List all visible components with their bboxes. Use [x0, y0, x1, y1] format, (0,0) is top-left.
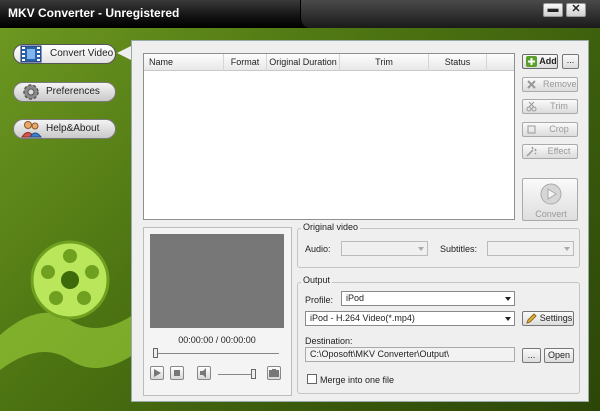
file-list[interactable]: Name Format Original Duration Trim Statu…: [143, 53, 515, 220]
format-select[interactable]: iPod - H.264 Video(*.mp4): [305, 311, 515, 326]
stop-icon: [174, 370, 180, 376]
chevron-down-icon: [564, 247, 570, 251]
sidebar-item-preferences[interactable]: Preferences: [13, 82, 116, 102]
sidebar-item-convert-video[interactable]: Convert Video: [13, 44, 116, 64]
browse-button[interactable]: ...: [522, 348, 541, 363]
scissors-icon: [526, 101, 537, 112]
effect-button[interactable]: Effect: [522, 144, 578, 159]
pencil-icon: [526, 313, 537, 324]
stop-button[interactable]: [170, 366, 184, 380]
open-button[interactable]: Open: [544, 348, 574, 363]
volume-handle[interactable]: [251, 369, 256, 379]
crop-button[interactable]: Crop: [522, 122, 578, 137]
column-format[interactable]: Format: [224, 54, 267, 71]
seek-bar[interactable]: [156, 353, 279, 354]
play-circle-icon: [540, 183, 562, 205]
plus-icon: [526, 56, 537, 67]
play-button[interactable]: [150, 366, 164, 380]
convert-button[interactable]: Convert: [522, 178, 578, 221]
crop-icon: [527, 125, 536, 134]
app-window: MKV Converter - Unregistered ▬ ✕ Convert…: [0, 0, 600, 411]
destination-input[interactable]: C:\Oposoft\MKV Converter\Output\: [305, 347, 515, 362]
column-original-duration[interactable]: Original Duration: [267, 54, 340, 71]
chevron-down-icon: [505, 317, 511, 321]
speaker-icon: [200, 368, 206, 378]
mute-button[interactable]: [197, 366, 211, 380]
sidebar-item-help-about[interactable]: Help&About: [13, 119, 116, 139]
column-status[interactable]: Status: [429, 54, 487, 71]
timecode: 00:00:00 / 00:00:00: [178, 335, 256, 345]
column-name[interactable]: Name: [144, 54, 224, 71]
title-bar: MKV Converter - Unregistered: [0, 0, 600, 28]
play-icon: [154, 369, 161, 377]
file-list-header: Name Format Original Duration Trim Statu…: [144, 54, 514, 71]
merge-checkbox[interactable]: [307, 374, 317, 384]
close-button[interactable]: ✕: [566, 3, 586, 17]
profile-label: Profile:: [305, 295, 334, 305]
original-video-legend: Original video: [301, 222, 361, 232]
minimize-button[interactable]: ▬: [543, 3, 563, 17]
sidebar-item-label: Preferences: [46, 86, 100, 97]
seek-handle[interactable]: [153, 348, 158, 358]
window-title: MKV Converter - Unregistered: [8, 6, 180, 20]
output-legend: Output: [301, 275, 333, 285]
column-trim[interactable]: Trim: [340, 54, 429, 71]
people-icon: [21, 121, 42, 138]
audio-label: Audio:: [305, 244, 331, 254]
remove-icon: [527, 80, 536, 89]
merge-label: Merge into one file: [320, 375, 395, 385]
active-pointer: [117, 46, 131, 60]
effect-icon: [526, 146, 537, 157]
film-icon: [20, 45, 42, 63]
settings-button[interactable]: Settings: [522, 311, 574, 326]
subtitles-label: Subtitles:: [440, 244, 478, 254]
chevron-down-icon: [418, 247, 424, 251]
preview-screen: [150, 234, 284, 328]
add-button[interactable]: Add: [522, 54, 558, 69]
sidebar-item-label: Convert Video: [50, 48, 114, 59]
destination-label: Destination:: [305, 336, 353, 346]
camera-icon: [269, 369, 279, 377]
sidebar-item-label: Help&About: [46, 123, 100, 134]
subtitles-select[interactable]: [487, 241, 574, 256]
gear-icon: [23, 84, 39, 100]
audio-select[interactable]: [341, 241, 428, 256]
chevron-down-icon: [505, 297, 511, 301]
trim-button[interactable]: Trim: [522, 99, 578, 114]
add-more-button[interactable]: ...: [562, 54, 579, 69]
film-reel-logo-icon: [0, 240, 140, 370]
profile-select[interactable]: iPod: [341, 291, 515, 306]
remove-button[interactable]: Remove: [522, 77, 578, 92]
snapshot-button[interactable]: [267, 366, 281, 380]
